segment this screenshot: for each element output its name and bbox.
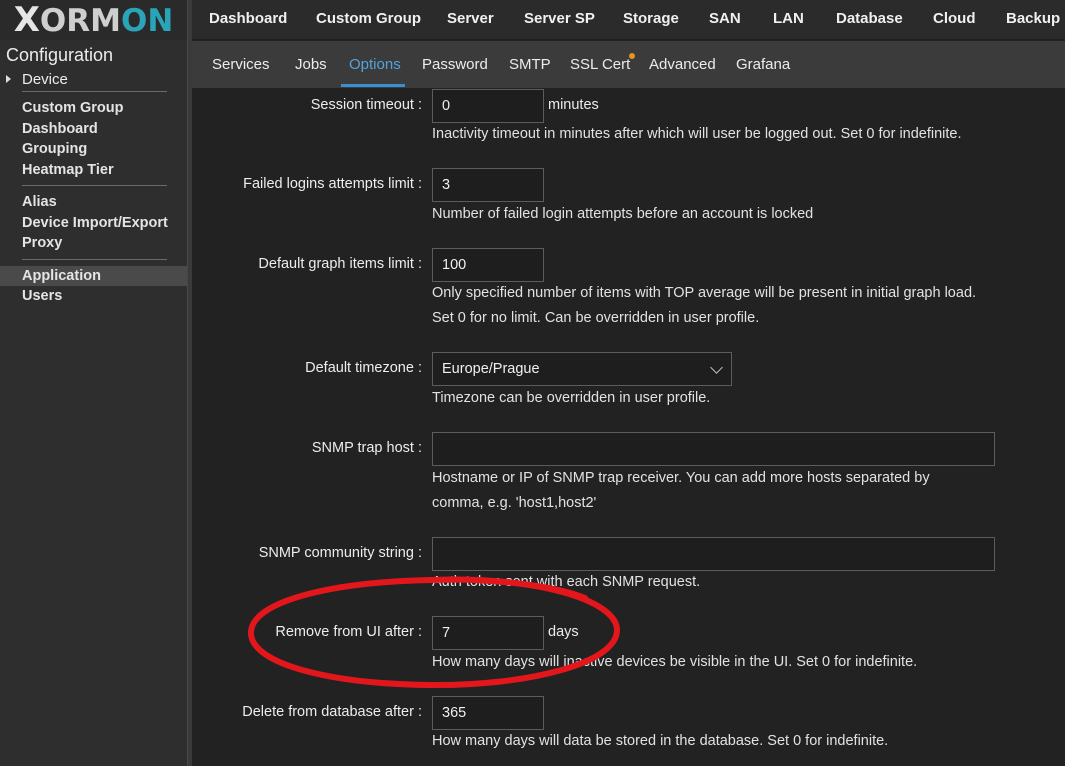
expand-caret-icon[interactable] [6,75,11,83]
sidebar-item-alias[interactable]: Alias [0,192,187,213]
graph-items-input[interactable]: 100 [432,248,544,282]
help-text: How many days will data be stored in the… [432,733,889,749]
delete-from-db-input[interactable]: 365 [432,696,544,730]
help-text: How many days will inactive devices be v… [432,654,918,670]
notification-dot [629,53,635,59]
unit-label: days [548,624,579,640]
tab-password[interactable]: Password [422,56,488,73]
options-form: Session timeout : 0 minutes Inactivity t… [192,88,1065,766]
menu-san[interactable]: SAN [709,10,741,27]
timezone-select[interactable]: Europe/Prague [432,352,732,386]
sidebar-item-application[interactable]: Application [0,265,187,286]
field-label: SNMP community string : [258,545,422,561]
xormon-logo[interactable]: XORMON [14,3,174,37]
menu-lan[interactable]: LAN [773,10,804,27]
help-text: Timezone can be overridden in user profi… [432,390,711,406]
field-label: Failed logins attempts limit : [243,176,422,192]
tab-grafana[interactable]: Grafana [736,56,790,73]
tab-options[interactable]: Options [349,56,401,73]
field-label: Remove from UI after : [275,624,422,640]
sidebar-title: Configuration [6,45,114,65]
tab-jobs[interactable]: Jobs [295,56,327,73]
field-label: Delete from database after : [242,704,422,720]
active-tab-indicator [341,84,405,87]
tab-smtp[interactable]: SMTP [509,56,551,73]
field-label: SNMP trap host : [311,440,422,456]
sidebar-item-heatmap-tier[interactable]: Heatmap Tier [0,160,187,181]
field-label: Session timeout : [310,97,422,113]
sidebar-item-custom-group[interactable]: Custom Group [0,98,187,119]
help-text: Inactivity timeout in minutes after whic… [432,126,962,142]
sidebar-item-proxy[interactable]: Proxy [0,233,187,254]
menu-storage[interactable]: Storage [623,10,679,27]
failed-logins-input[interactable]: 3 [432,168,544,202]
menu-dashboard[interactable]: Dashboard [209,10,287,27]
nav-group-3: Application Users [0,260,187,312]
help-text: Only specified number of items with TOP … [432,285,977,326]
menu-server[interactable]: Server [447,10,494,27]
menu-custom-group[interactable]: Custom Group [316,10,421,27]
snmp-community-input[interactable] [432,537,995,571]
snmp-trap-host-input[interactable] [432,432,995,466]
session-timeout-input[interactable]: 0 [432,89,544,123]
top-menu: Dashboard Custom Group Server Server SP … [192,0,1065,40]
sidebar-item-users[interactable]: Users [0,286,187,307]
sidebar-item-grouping[interactable]: Grouping [0,139,187,160]
help-text: Auth token sent with each SNMP request. [432,574,701,590]
tab-services[interactable]: Services [212,56,270,73]
menu-database[interactable]: Database [836,10,903,27]
remove-from-ui-input[interactable]: 7 [432,616,544,650]
help-text: Hostname or IP of SNMP trap receiver. Yo… [432,470,930,511]
sidebar-item-device[interactable]: Device [0,68,187,91]
sidebar-item-dashboard[interactable]: Dashboard [0,119,187,140]
sidebar: XORMON Configuration Device Custom Group… [0,0,187,766]
logo-area[interactable]: XORMON [0,0,187,40]
menu-cloud[interactable]: Cloud [933,10,976,27]
field-label: Default graph items limit : [258,256,422,272]
tab-advanced[interactable]: Advanced [649,56,716,73]
unit-label: minutes [548,97,599,113]
field-label: Default timezone : [305,360,422,376]
help-text: Number of failed login attempts before a… [432,206,814,222]
menu-backup[interactable]: Backup [1006,10,1060,27]
tab-ssl-cert[interactable]: SSL Cert [570,56,630,73]
nav-group-1: Custom Group Dashboard Grouping Heatmap … [0,92,187,185]
sidebar-item-device-import-export[interactable]: Device Import/Export [0,213,187,234]
nav-group-2: Alias Device Import/Export Proxy [0,186,187,259]
menu-server-sp[interactable]: Server SP [524,10,595,27]
sub-tabs: Services Jobs Options Password SMTP SSL … [192,41,1065,88]
chevron-down-icon[interactable] [710,361,723,374]
